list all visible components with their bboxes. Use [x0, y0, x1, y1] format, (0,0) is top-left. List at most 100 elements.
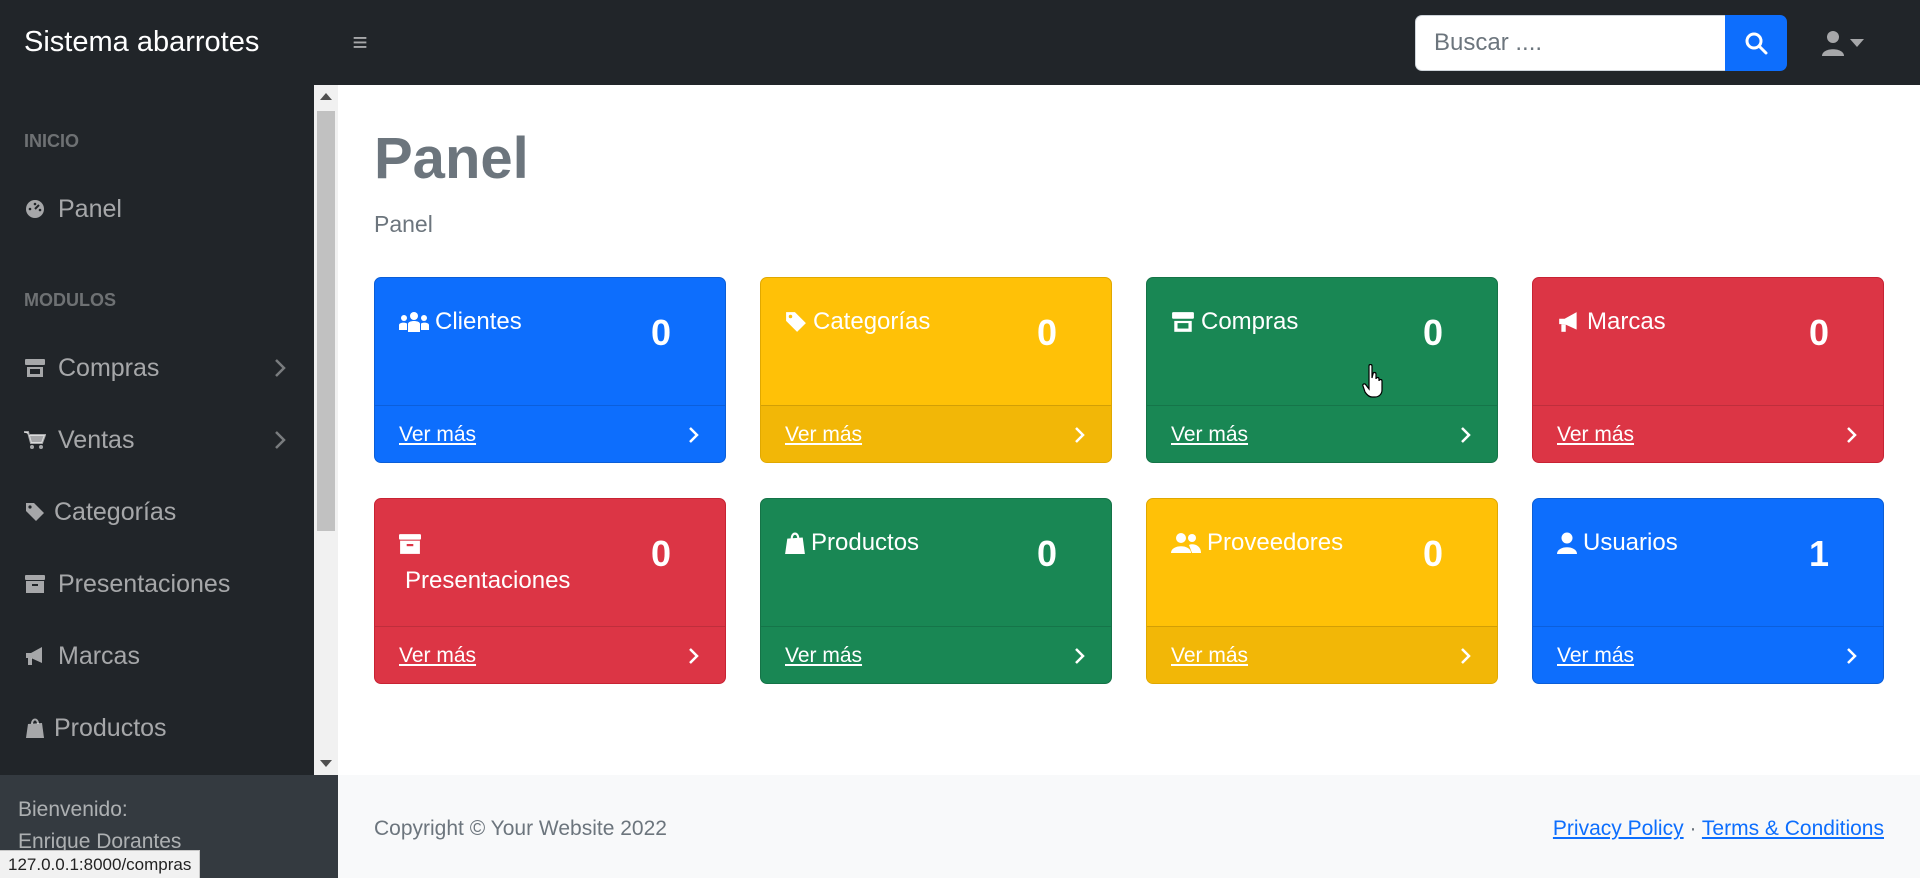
gauge-icon [24, 198, 46, 220]
card-count: 0 [1037, 533, 1058, 574]
sidebar-item-productos[interactable]: Productos [0, 698, 314, 758]
card-count: 0 [1423, 312, 1444, 353]
user-icon [1557, 532, 1577, 554]
search-form [1415, 15, 1787, 71]
chevron-right-icon [1075, 648, 1085, 664]
shopify-icon [785, 532, 805, 554]
ver-mas-link[interactable]: Ver más [399, 644, 476, 668]
card-title: Productos [785, 529, 919, 557]
sidebar-heading-modulos: MODULOS [24, 290, 116, 310]
ver-mas-link[interactable]: Ver más [1171, 644, 1248, 668]
footer-links: Privacy Policy · Terms & Conditions [1553, 817, 1884, 841]
cart-icon [24, 429, 46, 451]
archive-icon [399, 533, 421, 554]
sidebar-item-label: Productos [54, 713, 167, 742]
terms-link[interactable]: Terms & Conditions [1702, 817, 1884, 840]
ver-mas-link[interactable]: Ver más [399, 423, 476, 447]
card-footer[interactable]: Ver más [761, 626, 1111, 683]
shopify-icon [24, 717, 46, 739]
card-footer[interactable]: Ver más [1147, 405, 1497, 462]
search-input[interactable] [1415, 15, 1725, 71]
sidebar-item-compras[interactable]: Compras [0, 338, 314, 398]
footer-separator: · [1689, 817, 1697, 840]
sidebar-item-label: Categorías [54, 497, 177, 526]
card-title: Usuarios [1557, 529, 1678, 557]
bullhorn-icon [24, 645, 46, 667]
search-button[interactable] [1725, 15, 1787, 71]
card-title-text: Clientes [435, 308, 522, 335]
scroll-down-arrow[interactable] [320, 760, 332, 767]
scroll-up-arrow[interactable] [320, 93, 332, 100]
card-presentaciones: Presentaciones 0 Ver más [374, 498, 726, 684]
card-title-text: Presentaciones [405, 567, 571, 594]
store-icon [24, 357, 46, 379]
chevron-right-icon [1847, 648, 1857, 664]
chevron-right-icon [689, 648, 699, 664]
card-footer[interactable]: Ver más [375, 405, 725, 462]
archive-icon [24, 573, 46, 595]
chevron-right-icon [689, 427, 699, 443]
card-count: 0 [1809, 312, 1830, 353]
card-footer[interactable]: Ver más [761, 405, 1111, 462]
user-group-icon [1171, 533, 1201, 553]
ver-mas-link[interactable]: Ver más [1171, 423, 1248, 447]
card-proveedores: Proveedores 0 Ver más [1146, 498, 1498, 684]
card-footer[interactable]: Ver más [1533, 626, 1883, 683]
sidebar-item-ventas[interactable]: Ventas [0, 410, 314, 470]
sidebar-scrollbar[interactable] [314, 85, 338, 775]
card-footer[interactable]: Ver más [375, 626, 725, 683]
hand-cursor-icon [1362, 364, 1383, 398]
status-bar-url: 127.0.0.1:8000/compras [0, 850, 201, 878]
tag-icon [786, 312, 806, 332]
card-count: 1 [1809, 533, 1830, 574]
ver-mas-link[interactable]: Ver más [1557, 644, 1634, 668]
ver-mas-link[interactable]: Ver más [1557, 423, 1634, 447]
privacy-policy-link[interactable]: Privacy Policy [1553, 817, 1684, 840]
card-title: Clientes [399, 308, 522, 336]
user-dropdown[interactable] [1822, 28, 1876, 58]
main-content: Panel Panel Clientes 0 Ver más Categoría… [338, 85, 1920, 775]
welcome-label: Bienvenido: [18, 798, 128, 821]
card-title-text: Productos [811, 529, 920, 556]
card-title: Categorías [785, 308, 930, 336]
brand-link[interactable]: Sistema abarrotes [24, 26, 259, 59]
chevron-right-icon [275, 359, 286, 377]
ver-mas-link[interactable]: Ver más [785, 644, 862, 668]
sidebar-toggle-button[interactable]: ≡ [346, 29, 374, 56]
card-title: Compras [1171, 308, 1298, 336]
users-icon [399, 312, 429, 332]
card-count: 0 [1037, 312, 1058, 353]
sidebar-item-label: Compras [58, 353, 160, 382]
caret-down-icon [1850, 39, 1864, 47]
bullhorn-icon [1559, 312, 1577, 332]
search-icon [1745, 32, 1768, 55]
card-count: 0 [651, 533, 672, 574]
card-compras: Compras 0 Ver más [1146, 277, 1498, 463]
page-title: Panel [374, 126, 529, 191]
page-footer: Copyright © Your Website 2022 Privacy Po… [338, 775, 1920, 878]
sidebar-item-presentaciones[interactable]: Presentaciones [0, 554, 314, 614]
card-count: 0 [1423, 533, 1444, 574]
card-title: Proveedores [1171, 529, 1343, 557]
sidebar-item-label: Marcas [58, 641, 140, 670]
store-icon [1172, 312, 1194, 332]
scroll-thumb[interactable] [317, 111, 335, 531]
chevron-right-icon [1461, 648, 1471, 664]
sidebar: INICIO Panel MODULOS Compras Ventas Cate… [0, 85, 314, 775]
card-footer[interactable]: Ver más [1533, 405, 1883, 462]
sidebar-item-categorias[interactable]: Categorías [0, 482, 314, 542]
card-productos: Productos 0 Ver más [760, 498, 1112, 684]
card-title-text: Categorías [813, 308, 931, 335]
card-title-text: Proveedores [1207, 529, 1344, 556]
card-title: Marcas [1557, 308, 1666, 336]
sidebar-item-marcas[interactable]: Marcas [0, 626, 314, 686]
tag-icon [24, 501, 46, 523]
sidebar-item-panel[interactable]: Panel [0, 179, 314, 239]
card-footer[interactable]: Ver más [1147, 626, 1497, 683]
chevron-right-icon [275, 431, 286, 449]
ver-mas-link[interactable]: Ver más [785, 423, 862, 447]
chevron-right-icon [1847, 427, 1857, 443]
sidebar-heading-inicio: INICIO [24, 131, 80, 151]
sidebar-item-label: Panel [58, 194, 122, 223]
card-categorias: Categorías 0 Ver más [760, 277, 1112, 463]
